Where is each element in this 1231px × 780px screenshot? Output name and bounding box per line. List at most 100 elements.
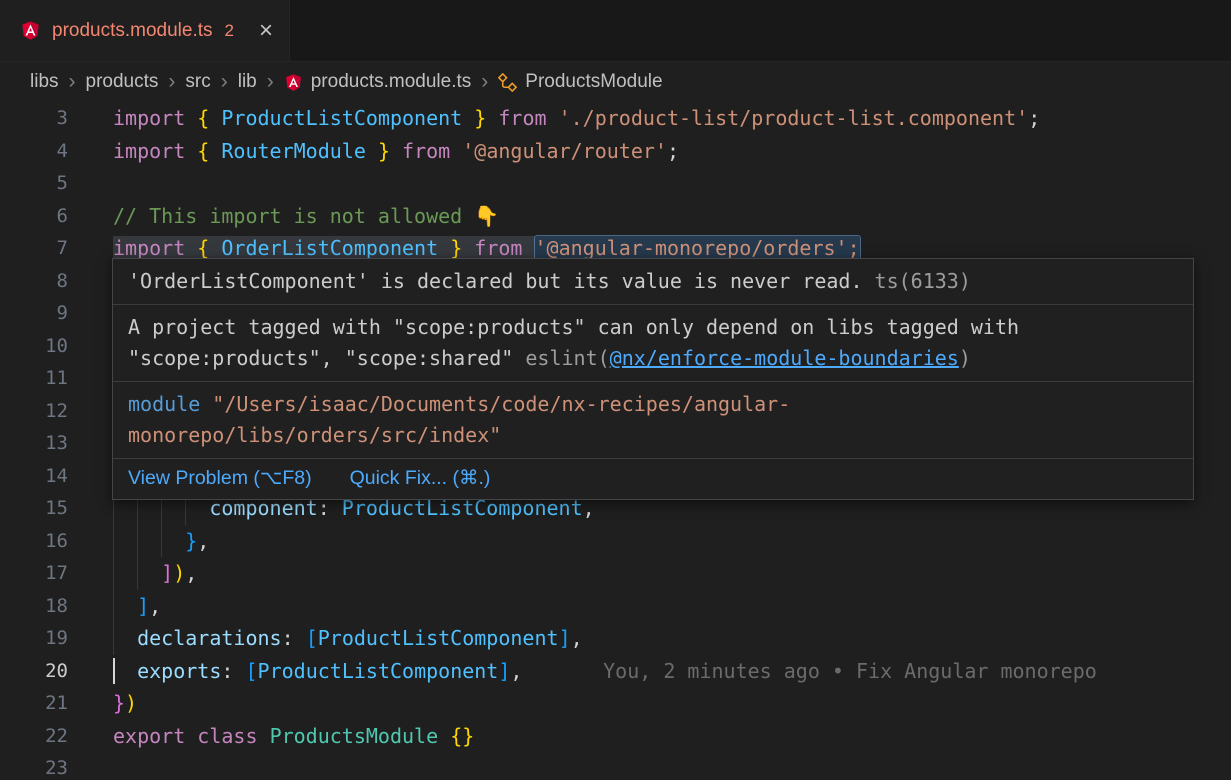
line-number: 23 — [0, 752, 68, 780]
hover-text-line: "scope:products", "scope:shared" eslint(… — [128, 343, 1178, 374]
code-text: declarations: [ProductListComponent], — [113, 626, 583, 650]
line-number: 14 — [0, 460, 68, 493]
line-content[interactable]: ], — [113, 590, 1231, 623]
line-content[interactable]: import { RouterModule } from '@angular/r… — [113, 135, 1231, 168]
indent-guide — [137, 525, 138, 558]
line-number: 7 — [0, 232, 68, 265]
hover-text-line: 'OrderListComponent' is declared but its… — [128, 266, 1178, 297]
breadcrumb-separator: › — [69, 70, 76, 94]
close-icon[interactable]: × — [259, 19, 273, 43]
line-number: 17 — [0, 557, 68, 590]
indent-guide — [113, 622, 114, 655]
code-text: ]), — [113, 561, 197, 585]
code-line-23: 23 — [0, 752, 1231, 780]
inline-blame-annotation: You, 2 minutes ago • Fix Angular monorep… — [603, 659, 1097, 683]
line-number: 13 — [0, 427, 68, 460]
line-content[interactable] — [113, 752, 1231, 780]
hover-popup: 'OrderListComponent' is declared but its… — [112, 258, 1194, 500]
code-line-20: 20 exports: [ProductListComponent],You, … — [0, 655, 1231, 688]
line-content[interactable]: }) — [113, 687, 1231, 720]
indent-guide — [137, 557, 138, 590]
line-content[interactable]: export class ProductsModule {} — [113, 720, 1231, 753]
tab-title: products.module.ts — [52, 20, 213, 42]
code-line-4: 4 import { RouterModule } from '@angular/… — [0, 135, 1231, 168]
line-number: 11 — [0, 362, 68, 395]
line-content[interactable]: ]), — [113, 557, 1231, 590]
hover-text: A project tagged with "scope:products" c… — [128, 315, 1019, 339]
code-text: import { RouterModule } from '@angular/r… — [113, 139, 679, 163]
hover-text-line: A project tagged with "scope:products" c… — [128, 312, 1178, 343]
text-cursor — [113, 658, 115, 685]
hover-action-bar: View Problem (⌥F8) Quick Fix... (⌘.) — [113, 459, 1193, 499]
line-number: 16 — [0, 525, 68, 558]
code-line-6: 6 // This import is not allowed 👇 — [0, 200, 1231, 233]
breadcrumb-item-src[interactable]: src — [185, 71, 210, 93]
code-text: export class ProductsModule {} — [113, 724, 474, 748]
breadcrumb-label: products — [86, 71, 159, 93]
line-number: 19 — [0, 622, 68, 655]
code-line-16: 16 }, — [0, 525, 1231, 558]
line-content[interactable]: declarations: [ProductListComponent], — [113, 622, 1231, 655]
breadcrumb-label: libs — [30, 71, 59, 93]
line-content[interactable]: import { ProductListComponent } from './… — [113, 102, 1231, 135]
line-content[interactable] — [113, 167, 1231, 200]
line-number: 3 — [0, 102, 68, 135]
breadcrumb-item-lib[interactable]: lib — [238, 71, 257, 93]
editor[interactable]: 3 import { ProductListComponent } from '.… — [0, 102, 1231, 780]
breadcrumb-item-productsmodule[interactable]: ProductsModule — [498, 71, 662, 93]
tab-products-module-ts[interactable]: products.module.ts 2 × — [0, 0, 290, 61]
hover-text: monorepo/libs/orders/src/index" — [128, 423, 501, 447]
hover-text: "scope:products", "scope:shared" — [128, 346, 525, 370]
line-number: 8 — [0, 265, 68, 298]
indent-guide — [113, 525, 114, 558]
breadcrumb-separator: › — [481, 70, 488, 94]
tab-bar: products.module.ts 2 × — [0, 0, 1231, 62]
line-number: 20 — [0, 655, 68, 688]
line-number: 12 — [0, 395, 68, 428]
hover-section: module "/Users/isaac/Documents/code/nx-r… — [113, 382, 1193, 459]
breadcrumb-separator: › — [168, 70, 175, 94]
breadcrumb-item-libs[interactable]: libs — [30, 71, 59, 93]
vscode-window: products.module.ts 2 × libs › products › src… — [0, 0, 1231, 780]
eslint-rule-link[interactable]: @nx/enforce-module-boundaries — [610, 346, 959, 370]
tab-problems-badge: 2 — [225, 21, 234, 41]
breadcrumb-label: src — [185, 71, 210, 93]
line-number: 15 — [0, 492, 68, 525]
line-content[interactable]: // This import is not allowed 👇 — [113, 200, 1231, 233]
line-number: 4 — [0, 135, 68, 168]
line-content[interactable]: }, — [113, 525, 1231, 558]
code-text: import { ProductListComponent } from './… — [113, 106, 1040, 130]
line-content[interactable]: exports: [ProductListComponent],You, 2 m… — [113, 655, 1231, 688]
code-line-3: 3 import { ProductListComponent } from '.… — [0, 102, 1231, 135]
indent-guide — [113, 590, 114, 623]
hover-text-line: module "/Users/isaac/Documents/code/nx-r… — [128, 389, 1178, 420]
code-line-21: 21}) — [0, 687, 1231, 720]
angular-icon — [20, 20, 41, 41]
line-number: 22 — [0, 720, 68, 753]
code-text: // This import is not allowed 👇 — [113, 204, 499, 228]
hover-text: ) — [959, 346, 971, 370]
line-number: 5 — [0, 167, 68, 200]
breadcrumb-label: lib — [238, 71, 257, 93]
hover-text-line: monorepo/libs/orders/src/index" — [128, 420, 1178, 451]
breadcrumb: libs›products›src›lib›products.module.ts… — [0, 62, 1231, 102]
code-line-5: 5 — [0, 167, 1231, 200]
code-line-17: 17 ]), — [0, 557, 1231, 590]
indent-guide — [113, 557, 114, 590]
code-line-18: 18 ], — [0, 590, 1231, 623]
quick-fix-action[interactable]: Quick Fix... (⌘.) — [350, 466, 491, 490]
breadcrumb-label: ProductsModule — [525, 71, 662, 93]
indent-guide — [161, 525, 162, 558]
hover-text: 'OrderListComponent' is declared but its… — [128, 269, 875, 293]
hover-text: module — [128, 392, 200, 416]
line-number: 6 — [0, 200, 68, 233]
view-problem-action[interactable]: View Problem (⌥F8) — [128, 466, 312, 490]
code-text: import { OrderListComponent } from '@ang… — [113, 236, 860, 260]
hover-text: "/Users/isaac/Documents/code/nx-recipes/… — [212, 392, 790, 416]
breadcrumb-item-products[interactable]: products — [86, 71, 159, 93]
code-text: }) — [113, 691, 137, 715]
breadcrumb-item-products-module-ts[interactable]: products.module.ts — [284, 71, 472, 93]
code-line-19: 19 declarations: [ProductListComponent], — [0, 622, 1231, 655]
hover-section: 'OrderListComponent' is declared but its… — [113, 259, 1193, 305]
code-line-22: 22 export class ProductsModule {} — [0, 720, 1231, 753]
